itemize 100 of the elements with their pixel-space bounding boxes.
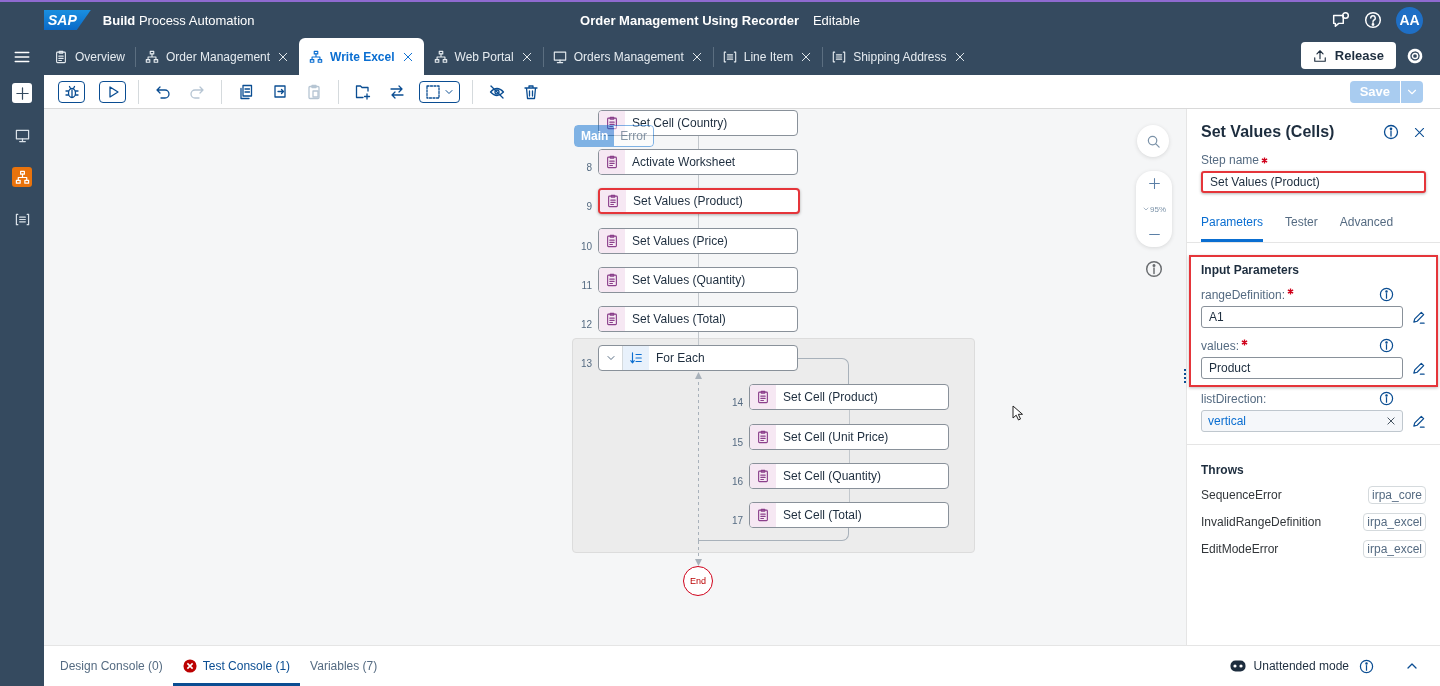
close-icon (690, 50, 703, 63)
close-icon (800, 50, 813, 63)
panel-tab[interactable]: Tester (1285, 209, 1318, 242)
console-tab[interactable]: Variables (7) (300, 646, 388, 686)
loop-icon (629, 351, 643, 366)
toolbar-button[interactable] (99, 80, 126, 103)
editor-tab[interactable]: Line Item (712, 38, 823, 75)
console-tab[interactable]: Design Console (0) (50, 646, 173, 686)
token-value: vertical (1208, 414, 1246, 428)
zoom-in-button[interactable] (1147, 177, 1161, 190)
mode-label: Unattended mode (1253, 659, 1349, 673)
hide-icon (489, 83, 505, 100)
line-number: 13 (579, 358, 592, 370)
close-icon (277, 50, 290, 63)
clipboard-icon (605, 312, 619, 326)
panel-tab[interactable]: Advanced (1339, 209, 1394, 242)
connector-line (849, 449, 850, 464)
sidebar-item[interactable] (12, 167, 32, 187)
pencil-icon (1411, 413, 1426, 429)
info-icon (1145, 260, 1163, 278)
pencil-icon (1411, 360, 1426, 376)
editor-tab[interactable]: Web Portal (423, 38, 543, 75)
search-button[interactable] (1137, 125, 1169, 157)
help-button[interactable] (1364, 11, 1382, 29)
edit-button[interactable] (1411, 309, 1426, 325)
info-icon (1379, 338, 1394, 353)
panel-title: Set Values (Cells) (1201, 123, 1336, 141)
paste-icon (306, 83, 322, 100)
section-title: Throws (1201, 463, 1245, 477)
connector-line (849, 488, 850, 503)
edit-button[interactable] (1411, 413, 1426, 429)
step-node[interactable]: Set Values (Quantity) (598, 266, 798, 293)
clipboard-icon (756, 468, 770, 483)
editor-tab[interactable]: Overview (44, 38, 135, 75)
hierarchy-icon (309, 49, 324, 64)
loop-node[interactable]: For Each (598, 345, 798, 372)
close-icon (1413, 125, 1426, 139)
form-icon (722, 49, 737, 64)
logo: SAP (44, 10, 91, 30)
connector-line (849, 410, 850, 425)
step-node[interactable]: Set Values (Total) (598, 306, 798, 332)
line-number: 14 (730, 397, 743, 409)
info-icon (1379, 287, 1394, 302)
console-tab[interactable]: Test Console (1) (172, 646, 301, 686)
line-number: 17 (730, 515, 743, 527)
step-node[interactable]: Set Cell (Quantity) (749, 462, 949, 489)
feedback-icon (1332, 11, 1350, 29)
release-button[interactable]: Release (1300, 42, 1396, 69)
panel-tab[interactable]: Parameters (1201, 209, 1264, 242)
hierarchy-icon (145, 49, 159, 64)
parameter-field[interactable]: Product (1201, 357, 1403, 379)
step-node[interactable]: Activate Worksheet (598, 149, 798, 176)
package-tag: irpa_excel (1363, 513, 1426, 531)
editor-tab[interactable]: Orders Management (542, 38, 713, 75)
user-avatar[interactable]: AA (1396, 6, 1423, 34)
close-icon (401, 50, 414, 63)
copy-icon (238, 83, 254, 100)
monitor-icon (14, 127, 30, 143)
clipboard-icon (756, 429, 770, 444)
duplicate-icon (272, 83, 288, 100)
swap-icon (389, 83, 405, 100)
product-name: Build Process Automation (102, 12, 255, 28)
exception-name: EditModeError (1201, 542, 1279, 556)
splitter-handle[interactable] (1184, 369, 1188, 383)
parameter-field[interactable]: vertical (1201, 410, 1403, 432)
selection-icon (424, 83, 441, 100)
close-icon (953, 50, 966, 63)
editor-tab[interactable]: Shipping Address (822, 38, 976, 75)
edit-button[interactable] (1411, 360, 1426, 376)
hierarchy-icon (14, 169, 30, 185)
step-node[interactable]: Set Cell (Product) (749, 384, 949, 411)
editor-tab[interactable]: Order Management (135, 38, 300, 75)
feedback-button[interactable] (1332, 11, 1350, 29)
step-node[interactable]: Set Cell (Total) (749, 502, 949, 529)
parameter-label: values: (1201, 338, 1240, 353)
parameter-label: rangeDefinition: (1201, 287, 1286, 302)
cursor-icon (1012, 405, 1024, 421)
sidebar-item[interactable] (12, 83, 32, 103)
exception-name: InvalidRangeDefinition (1201, 515, 1322, 529)
editor-tab[interactable]: Write Excel (299, 38, 424, 75)
parameter-field[interactable]: A1 (1201, 306, 1403, 328)
robot-icon (1229, 660, 1246, 672)
info-icon (1359, 658, 1374, 674)
toolbar-button[interactable] (58, 80, 85, 103)
step-node[interactable]: Set Cell (Unit Price) (749, 423, 949, 450)
info-button[interactable] (1383, 124, 1399, 140)
step-node[interactable]: Set Values (Price) (598, 227, 798, 254)
settings-button[interactable] (1406, 47, 1424, 65)
zoom-level[interactable]: 95% (1142, 204, 1166, 214)
step-node[interactable]: Set Values (Product) (598, 188, 800, 215)
line-number: 12 (579, 319, 592, 330)
toolbar-button[interactable] (419, 80, 460, 103)
step-name-field[interactable]: Set Values (Product) (1201, 171, 1426, 193)
plus-icon (14, 85, 30, 101)
caret-icon (1142, 205, 1150, 213)
clear-button[interactable] (1386, 416, 1396, 426)
mode-label: Editable (812, 12, 860, 28)
project-title: Order Management Using Recorder (580, 12, 799, 28)
close-icon (1386, 416, 1396, 426)
close-button[interactable] (1413, 125, 1426, 139)
